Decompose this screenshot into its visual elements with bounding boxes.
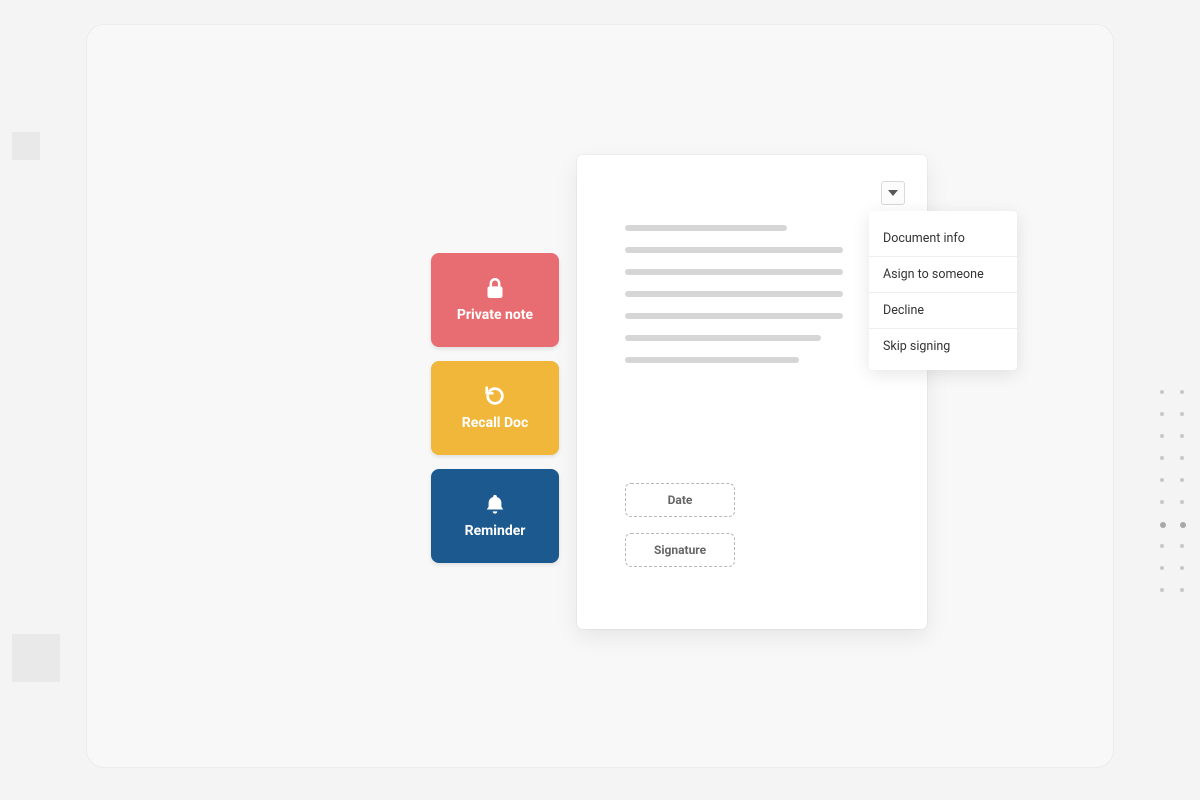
document-options-menu: Document info Asign to someone Decline S… xyxy=(869,211,1017,370)
menu-item-assign-to-someone[interactable]: Asign to someone xyxy=(869,257,1017,293)
menu-item-decline[interactable]: Decline xyxy=(869,293,1017,329)
signature-field[interactable]: Signature xyxy=(625,533,735,567)
lock-icon xyxy=(485,277,505,299)
action-buttons-column: Private note Recall Doc Reminder xyxy=(431,253,559,563)
recall-icon xyxy=(484,385,506,407)
decorative-dot-grid xyxy=(1160,390,1186,594)
menu-item-document-info[interactable]: Document info xyxy=(869,221,1017,257)
private-note-label: Private note xyxy=(457,307,533,323)
reminder-button[interactable]: Reminder xyxy=(431,469,559,563)
date-field-label: Date xyxy=(668,493,693,507)
worksurface: Private note Recall Doc Reminder xyxy=(86,24,1114,768)
menu-item-label: Document info xyxy=(883,231,965,246)
signature-field-label: Signature xyxy=(654,543,706,557)
decorative-square xyxy=(12,132,40,160)
private-note-button[interactable]: Private note xyxy=(431,253,559,347)
reminder-label: Reminder xyxy=(465,523,526,539)
signature-fields: Date Signature xyxy=(625,483,735,567)
document-body-placeholder xyxy=(625,225,905,363)
menu-item-label: Asign to someone xyxy=(883,267,984,282)
decorative-square xyxy=(12,634,60,682)
bell-icon xyxy=(484,493,506,515)
document-options-trigger[interactable] xyxy=(881,181,905,205)
recall-doc-label: Recall Doc xyxy=(462,415,529,431)
menu-item-label: Skip signing xyxy=(883,339,950,354)
menu-item-skip-signing[interactable]: Skip signing xyxy=(869,329,1017,364)
date-field[interactable]: Date xyxy=(625,483,735,517)
chevron-down-icon xyxy=(888,190,898,196)
menu-item-label: Decline xyxy=(883,303,924,318)
recall-doc-button[interactable]: Recall Doc xyxy=(431,361,559,455)
